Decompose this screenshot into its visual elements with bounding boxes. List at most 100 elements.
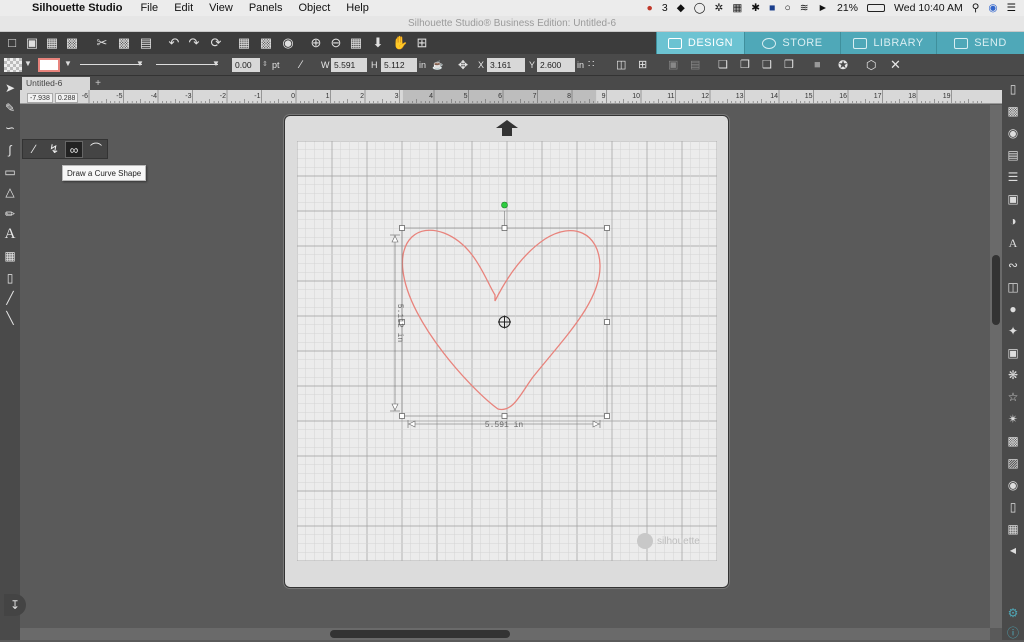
settings-gear-icon[interactable]: ⚙ bbox=[1004, 604, 1022, 622]
line-tools-icon[interactable]: ∫ bbox=[2, 142, 18, 158]
timemachine-icon[interactable]: ◯ bbox=[694, 2, 706, 14]
pixscan-icon[interactable]: ▩ bbox=[1004, 102, 1022, 120]
line-join-select[interactable] bbox=[156, 64, 218, 65]
menu-help[interactable]: Help bbox=[338, 2, 377, 14]
divide-icon[interactable]: ❒ bbox=[784, 58, 794, 72]
message-icon[interactable]: ○ bbox=[784, 2, 790, 14]
tab-untitled[interactable]: Untitled-6 bbox=[22, 77, 90, 90]
brightness-icon[interactable]: ✲ bbox=[715, 2, 724, 14]
lock-icon[interactable]: ☕ bbox=[432, 58, 443, 72]
group-icon[interactable]: ▣ bbox=[668, 58, 678, 72]
fill-tool-icon[interactable]: ▦ bbox=[2, 248, 18, 264]
hand-icon[interactable]: ✋ bbox=[392, 35, 408, 51]
move-down-icon[interactable]: ⬇ bbox=[370, 35, 386, 51]
star-panel-icon[interactable]: ☆ bbox=[1004, 388, 1022, 406]
resize-handle[interactable] bbox=[604, 413, 610, 419]
tab-store[interactable]: STORE bbox=[744, 32, 840, 54]
curve-tool-icon[interactable]: ∞ bbox=[65, 141, 83, 158]
search-icon[interactable]: ⚲ bbox=[972, 2, 980, 14]
line-style-icon[interactable]: ☰ bbox=[1004, 168, 1022, 186]
eraser-icon[interactable]: ▯ bbox=[2, 270, 18, 286]
replicate-icon[interactable]: ● bbox=[1004, 300, 1022, 318]
stepper-icon[interactable]: ⇕ bbox=[262, 58, 268, 72]
height-input[interactable]: 5.112 bbox=[381, 58, 417, 72]
tab-send[interactable]: SEND bbox=[936, 32, 1024, 54]
fit-page-icon[interactable]: ⊞ bbox=[414, 35, 430, 51]
app-menu[interactable]: Silhouette Studio bbox=[28, 2, 132, 14]
width-input[interactable]: 5.591 bbox=[331, 58, 367, 72]
horizontal-scroll-thumb[interactable] bbox=[330, 630, 510, 638]
chevron-down-icon[interactable]: ▼ bbox=[24, 59, 32, 68]
line-color-swatch[interactable] bbox=[38, 58, 60, 72]
siri-icon[interactable]: ◉ bbox=[988, 2, 997, 14]
zoom-in-icon[interactable]: ⊕ bbox=[308, 35, 324, 51]
horizontal-scrollbar[interactable] bbox=[20, 628, 990, 640]
tab-design[interactable]: DESIGN bbox=[656, 32, 744, 54]
knife-tool-icon[interactable]: ╱ bbox=[2, 290, 18, 306]
pages-icon[interactable]: ▯ bbox=[1004, 498, 1022, 516]
align-icon[interactable]: ◫ bbox=[616, 58, 626, 72]
media-icon[interactable]: ▦ bbox=[1004, 520, 1022, 538]
volume-icon[interactable]: ► bbox=[818, 2, 828, 14]
offset-icon[interactable]: ■ bbox=[814, 58, 821, 72]
edit-points-icon[interactable]: ✎ bbox=[2, 100, 18, 116]
sketch-icon[interactable]: ▨ bbox=[1004, 454, 1022, 472]
y-input[interactable]: 2.600 bbox=[537, 58, 575, 72]
pencil-tool-icon[interactable]: ✏ bbox=[2, 206, 18, 222]
text-tool-icon[interactable]: A bbox=[2, 226, 18, 242]
rotate-handle[interactable] bbox=[501, 201, 508, 209]
ungroup-icon[interactable]: ▤ bbox=[690, 58, 700, 72]
puzzle-icon[interactable]: ✴ bbox=[1004, 410, 1022, 428]
transform-icon[interactable]: ✦ bbox=[1004, 322, 1022, 340]
zoom-fit-icon[interactable]: ▦ bbox=[348, 35, 364, 51]
deselect-icon[interactable]: ▩ bbox=[258, 35, 274, 51]
polygon-tool-icon[interactable]: △ bbox=[2, 184, 18, 200]
subtract-icon[interactable]: ❐ bbox=[740, 58, 750, 72]
intersect-icon[interactable]: ❑ bbox=[762, 58, 772, 72]
offset-panel-icon[interactable]: ❋ bbox=[1004, 366, 1022, 384]
modify-icon[interactable]: ▣ bbox=[1004, 344, 1022, 362]
save-icon[interactable]: ▦ bbox=[44, 35, 60, 51]
line-style-select[interactable] bbox=[80, 64, 142, 65]
dropbox-icon[interactable]: ◆ bbox=[677, 2, 685, 14]
help-icon[interactable]: ⓘ bbox=[1004, 624, 1022, 642]
menu-file[interactable]: File bbox=[132, 2, 166, 14]
chevron-down-icon[interactable]: ▼ bbox=[212, 59, 220, 68]
align-panel-icon[interactable]: ◫ bbox=[1004, 278, 1022, 296]
menu-object[interactable]: Object bbox=[290, 2, 338, 14]
redo-icon[interactable]: ↷ bbox=[186, 35, 202, 51]
rectangle-tool-icon[interactable]: ▭ bbox=[2, 164, 18, 180]
shadow-icon[interactable]: ▣ bbox=[1004, 190, 1022, 208]
resize-handle[interactable] bbox=[604, 319, 610, 325]
tab-library[interactable]: LIBRARY bbox=[840, 32, 936, 54]
resize-handle[interactable] bbox=[501, 225, 508, 231]
bluetooth-icon[interactable]: ✱ bbox=[751, 2, 760, 14]
position-grid-icon[interactable]: ∷ bbox=[588, 58, 594, 72]
resize-handle[interactable] bbox=[399, 413, 405, 419]
transparency-icon[interactable]: ◑ bbox=[1004, 212, 1022, 230]
resize-handle[interactable] bbox=[501, 413, 508, 419]
undo-icon[interactable]: ↶ bbox=[166, 35, 182, 51]
select-all-icon[interactable]: ▦ bbox=[236, 35, 252, 51]
menu-view[interactable]: View bbox=[201, 2, 241, 14]
palette-icon[interactable]: ◉ bbox=[1004, 124, 1022, 142]
vertical-scroll-thumb[interactable] bbox=[992, 255, 1000, 325]
nesting-icon[interactable]: ◉ bbox=[1004, 476, 1022, 494]
chevron-down-icon[interactable]: ▼ bbox=[64, 59, 72, 68]
x-input[interactable]: 3.161 bbox=[487, 58, 525, 72]
cut-icon[interactable]: ✂ bbox=[94, 35, 110, 51]
close-icon[interactable]: ✕ bbox=[890, 58, 901, 72]
star-icon[interactable]: ✪ bbox=[838, 58, 848, 72]
line-tool-icon[interactable]: ∕ bbox=[25, 141, 43, 158]
new-file-icon[interactable]: □ bbox=[4, 35, 20, 51]
fill-color-swatch[interactable] bbox=[4, 58, 22, 72]
text-style-icon[interactable]: A bbox=[1004, 234, 1022, 252]
open-folder-icon[interactable]: ▣ bbox=[24, 35, 40, 51]
copy-icon[interactable]: ▩ bbox=[116, 35, 132, 51]
add-tab-button[interactable]: + bbox=[92, 77, 104, 90]
page-setup-icon[interactable]: ▯ bbox=[1004, 80, 1022, 98]
library-toggle-button[interactable]: ↧ bbox=[4, 594, 26, 616]
notification-center-icon[interactable]: ☰ bbox=[1007, 2, 1016, 14]
clock[interactable]: Wed 10:40 AM bbox=[894, 2, 963, 14]
collapse-arrow-icon[interactable]: ◀ bbox=[1004, 542, 1022, 560]
